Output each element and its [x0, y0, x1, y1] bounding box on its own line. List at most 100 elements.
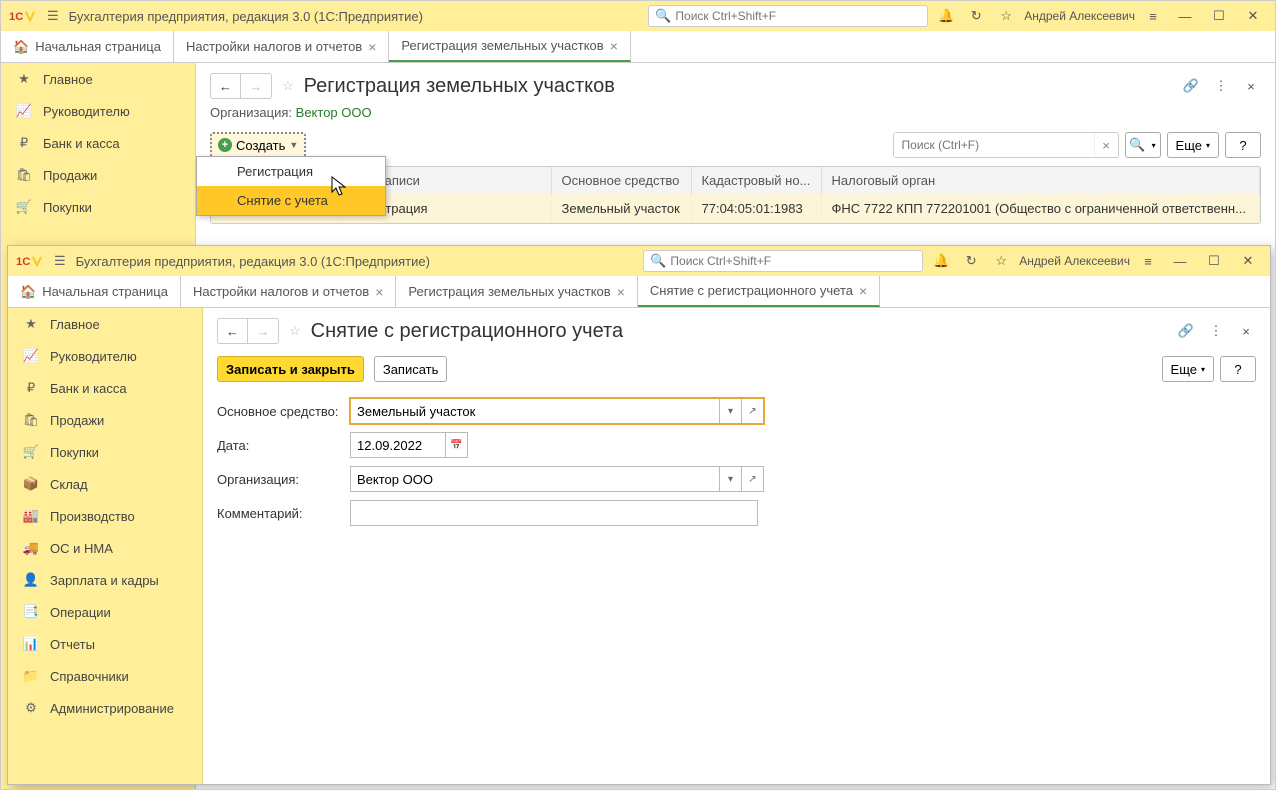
history-icon[interactable]: ↻ — [959, 249, 983, 273]
maximize-button[interactable]: ☐ — [1205, 4, 1233, 28]
sidebar-item-main[interactable]: ★Главное — [8, 308, 202, 340]
link-icon[interactable]: 🔗 — [1176, 323, 1196, 339]
user-name[interactable]: Андрей Алексеевич — [1019, 254, 1130, 268]
star-icon[interactable]: ☆ — [994, 4, 1018, 28]
create-button[interactable]: + Создать ▼ — [210, 132, 306, 158]
org-value[interactable]: Вектор ООО — [296, 105, 372, 120]
dropdown-item-register[interactable]: Регистрация — [197, 157, 385, 186]
cursor-icon — [331, 176, 349, 198]
folder-icon: 📁 — [22, 668, 40, 684]
person-icon: 👤 — [22, 572, 40, 588]
col-asset[interactable]: Основное средство — [551, 167, 691, 194]
sidebar-item-production[interactable]: 🏭Производство — [8, 500, 202, 532]
close-icon[interactable]: × — [859, 283, 867, 299]
close-icon[interactable]: × — [375, 284, 383, 300]
asset-input[interactable] — [350, 398, 720, 424]
tab-land-registration[interactable]: Регистрация земельных участков × — [396, 276, 638, 307]
close-icon[interactable]: × — [1241, 79, 1261, 94]
sidebar-item-bank[interactable]: ₽Банк и касса — [1, 127, 195, 159]
bell-icon[interactable]: 🔔 — [929, 249, 953, 273]
cell-cadastral: 77:04:05:01:1983 — [691, 194, 821, 223]
org-input[interactable] — [350, 466, 720, 492]
close-icon[interactable]: × — [368, 39, 376, 55]
dropdown-item-deregister[interactable]: Снятие с учета — [197, 186, 385, 215]
nav-back-button[interactable]: ← — [211, 74, 241, 98]
minimize-button[interactable]: — — [1171, 4, 1199, 28]
sidebar-item-manager[interactable]: 📈Руководителю — [1, 95, 195, 127]
tab-home[interactable]: 🏠 Начальная страница — [8, 276, 181, 307]
minimize-button[interactable]: — — [1166, 249, 1194, 273]
more-icon[interactable]: ⋮ — [1206, 323, 1226, 339]
more-icon[interactable]: ⋮ — [1211, 78, 1231, 94]
search-button[interactable]: 🔍▾ — [1125, 132, 1161, 158]
sidebar-item-label: Справочники — [50, 669, 129, 684]
filter-icon[interactable]: ≡ — [1141, 4, 1165, 28]
sidebar-item-sales[interactable]: 🛍Продажи — [1, 159, 195, 191]
more-button[interactable]: Еще ▾ — [1162, 356, 1214, 382]
filter-icon[interactable]: ≡ — [1136, 249, 1160, 273]
comment-label: Комментарий: — [217, 506, 342, 521]
tab-land-registration[interactable]: Регистрация земельных участков × — [389, 31, 631, 62]
sidebar-item-sales[interactable]: 🛍Продажи — [8, 404, 202, 436]
help-button[interactable]: ? — [1225, 132, 1261, 158]
dropdown-button[interactable]: ▾ — [720, 398, 742, 424]
close-icon[interactable]: × — [1236, 324, 1256, 339]
tab-tax-settings[interactable]: Настройки налогов и отчетов × — [174, 31, 389, 62]
calendar-icon[interactable]: 📅 — [446, 432, 468, 458]
close-icon[interactable]: × — [617, 284, 625, 300]
global-search[interactable]: 🔍 — [643, 250, 923, 272]
open-button[interactable]: ↗ — [742, 398, 764, 424]
menu-icon[interactable]: ☰ — [54, 253, 66, 269]
sidebar-item-operations[interactable]: 📑Операции — [8, 596, 202, 628]
star-icon[interactable]: ☆ — [989, 249, 1013, 273]
sidebar-item-main[interactable]: ★Главное — [1, 63, 195, 95]
tab-tax-settings[interactable]: Настройки налогов и отчетов × — [181, 276, 396, 307]
close-button[interactable]: ✕ — [1239, 4, 1267, 28]
sidebar-item-label: Продажи — [50, 413, 104, 428]
help-button[interactable]: ? — [1220, 356, 1256, 382]
save-button[interactable]: Записать — [374, 356, 448, 382]
clear-icon[interactable]: × — [1094, 133, 1118, 157]
link-icon[interactable]: 🔗 — [1181, 78, 1201, 94]
tab-home[interactable]: 🏠 Начальная страница — [1, 31, 174, 62]
comment-input[interactable] — [350, 500, 758, 526]
sidebar-item-label: Операции — [50, 605, 111, 620]
create-label: Создать — [236, 138, 285, 153]
sidebar-item-bank[interactable]: ₽Банк и касса — [8, 372, 202, 404]
maximize-button[interactable]: ☐ — [1200, 249, 1228, 273]
dropdown-button[interactable]: ▾ — [720, 466, 742, 492]
favorite-icon[interactable]: ☆ — [289, 323, 301, 339]
sidebar-item-admin[interactable]: ⚙Администрирование — [8, 692, 202, 724]
menu-icon[interactable]: ☰ — [47, 8, 59, 24]
date-input[interactable] — [350, 432, 446, 458]
sidebar-item-catalogs[interactable]: 📁 Справочники — [8, 660, 202, 692]
history-icon[interactable]: ↻ — [964, 4, 988, 28]
sidebar-item-payroll[interactable]: 👤Зарплата и кадры — [8, 564, 202, 596]
global-search[interactable]: 🔍 — [648, 5, 928, 27]
favorite-icon[interactable]: ☆ — [282, 78, 294, 94]
sidebar-item-warehouse[interactable]: 📦Склад — [8, 468, 202, 500]
svg-text:1С: 1С — [9, 11, 23, 23]
close-icon[interactable]: × — [610, 38, 618, 54]
global-search-input[interactable] — [670, 254, 916, 268]
nav-forward-button[interactable]: → — [248, 319, 278, 343]
sidebar-item-manager[interactable]: 📈Руководителю — [8, 340, 202, 372]
nav-back-button[interactable]: ← — [218, 319, 248, 343]
ruble-icon: ₽ — [22, 380, 40, 396]
table-search-input[interactable] — [894, 133, 1094, 157]
sidebar-item-purchases[interactable]: 🛒Покупки — [1, 191, 195, 223]
global-search-input[interactable] — [675, 9, 921, 23]
user-name[interactable]: Андрей Алексеевич — [1024, 9, 1135, 23]
more-button[interactable]: Еще ▾ — [1167, 132, 1219, 158]
sidebar-item-purchases[interactable]: 🛒Покупки — [8, 436, 202, 468]
save-close-button[interactable]: Записать и закрыть — [217, 356, 364, 382]
col-tax[interactable]: Налоговый орган — [821, 167, 1260, 194]
nav-forward-button[interactable]: → — [241, 74, 271, 98]
sidebar-item-assets[interactable]: 🚚ОС и НМА — [8, 532, 202, 564]
bell-icon[interactable]: 🔔 — [934, 4, 958, 28]
open-button[interactable]: ↗ — [742, 466, 764, 492]
tab-deregistration[interactable]: Снятие с регистрационного учета × — [638, 276, 880, 307]
close-button[interactable]: ✕ — [1234, 249, 1262, 273]
sidebar-item-reports[interactable]: 📊Отчеты — [8, 628, 202, 660]
col-cadastral[interactable]: Кадастровый но... — [691, 167, 821, 194]
